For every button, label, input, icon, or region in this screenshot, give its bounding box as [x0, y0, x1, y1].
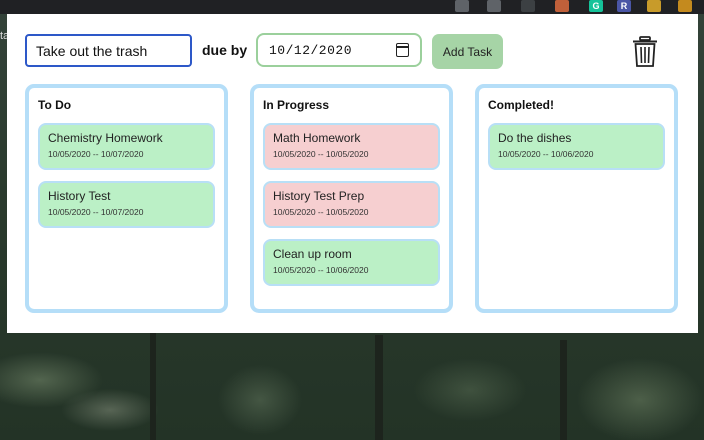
due-date-field[interactable]: 10/12/2020	[256, 33, 422, 67]
page-edge-text: ta	[0, 30, 7, 42]
extension-icon[interactable]	[678, 0, 692, 12]
column-title: Completed!	[488, 98, 554, 112]
task-card[interactable]: Chemistry Homework 10/05/2020 -- 10/07/20…	[38, 123, 215, 170]
task-card-dates: 10/05/2020 -- 10/07/2020	[48, 207, 144, 217]
task-card-title: History Test	[48, 189, 111, 203]
task-card-dates: 10/05/2020 -- 10/07/2020	[48, 149, 144, 159]
task-card-title: History Test Prep	[273, 189, 365, 203]
browser-toolbar: GR	[0, 0, 704, 14]
column-completed: Completed! Do the dishes 10/05/2020 -- 10/…	[475, 84, 678, 313]
task-card[interactable]: Clean up room 10/05/2020 -- 10/06/2020	[263, 239, 440, 286]
task-card-title: Chemistry Homework	[48, 131, 163, 145]
column-to-do: To Do Chemistry Homework 10/05/2020 -- 10/…	[25, 84, 228, 313]
tree-trunk	[150, 330, 156, 440]
task-card-dates: 10/05/2020 -- 10/05/2020	[273, 207, 369, 217]
due-date-value: 10/12/2020	[269, 43, 353, 58]
task-card-title: Do the dishes	[498, 131, 572, 145]
column-title: To Do	[38, 98, 72, 112]
extension-icon[interactable]	[555, 0, 569, 12]
extension-icon[interactable]	[647, 0, 661, 12]
column-title: In Progress	[263, 98, 330, 112]
task-card-dates: 10/05/2020 -- 10/06/2020	[273, 265, 369, 275]
due-by-label: due by	[202, 42, 248, 58]
task-card[interactable]: Do the dishes 10/05/2020 -- 10/06/2020	[488, 123, 665, 170]
trash-icon[interactable]	[631, 36, 659, 68]
task-card[interactable]: History Test 10/05/2020 -- 10/07/2020	[38, 181, 215, 228]
tree-trunk	[375, 335, 383, 440]
calendar-icon[interactable]	[396, 43, 409, 57]
task-card[interactable]: Math Homework 10/05/2020 -- 10/05/2020	[263, 123, 440, 170]
task-card[interactable]: History Test Prep 10/05/2020 -- 10/05/202…	[263, 181, 440, 228]
task-card-dates: 10/05/2020 -- 10/05/2020	[273, 149, 369, 159]
column-in-progress: In Progress Math Homework 10/05/2020 -- 10…	[250, 84, 453, 313]
grammarly-icon[interactable]: G	[589, 0, 603, 12]
task-card-title: Clean up room	[273, 247, 352, 261]
tree-trunk	[560, 340, 567, 440]
add-task-button[interactable]: Add Task	[432, 34, 503, 69]
task-board-popup: due by 10/12/2020 Add Task To Do Chemistr…	[7, 14, 698, 333]
pin-icon[interactable]	[487, 0, 501, 12]
extension-icon[interactable]	[521, 0, 535, 12]
task-card-dates: 10/05/2020 -- 10/06/2020	[498, 149, 594, 159]
task-input[interactable]	[25, 34, 192, 67]
shield-icon[interactable]	[455, 0, 469, 12]
task-card-title: Math Homework	[273, 131, 361, 145]
extension-icon[interactable]: R	[617, 0, 631, 12]
